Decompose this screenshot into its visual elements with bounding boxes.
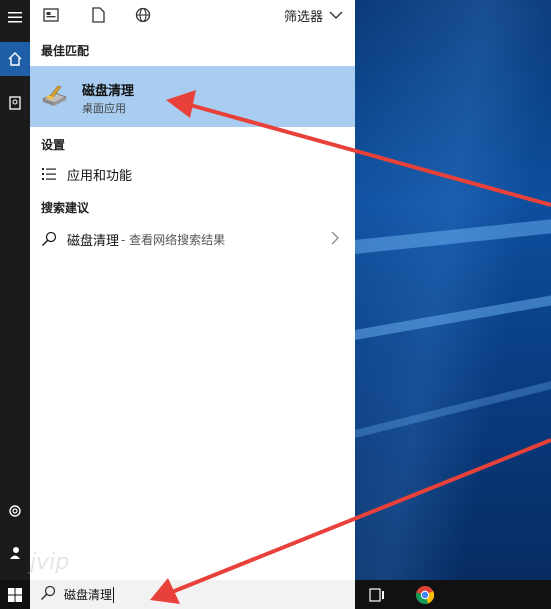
task-view-icon <box>369 587 384 602</box>
best-match-title: 磁盘清理 <box>82 84 135 99</box>
home-icon <box>8 52 22 66</box>
document-icon <box>9 96 21 110</box>
search-input-value[interactable]: 磁盘清理 <box>64 586 112 603</box>
search-icon <box>40 585 56 605</box>
search-icon <box>39 231 59 247</box>
task-view-button[interactable] <box>366 580 388 609</box>
chevron-right-icon <box>331 231 339 249</box>
desktop-background <box>355 0 551 580</box>
settings-item-label: 应用和功能 <box>67 168 133 184</box>
list-icon <box>39 167 59 181</box>
filter-dropdown[interactable]: 筛选器 <box>284 6 343 25</box>
hamburger-menu-button[interactable] <box>0 0 30 34</box>
hamburger-icon <box>8 12 22 23</box>
start-button[interactable] <box>0 580 30 609</box>
best-match-item[interactable]: 磁盘清理 桌面应用 <box>30 66 355 127</box>
section-search-suggestions-heading: 搜索建议 <box>41 201 90 215</box>
gear-icon <box>9 505 21 517</box>
text-caret <box>113 586 115 603</box>
suggestion-query: 磁盘清理 <box>67 233 120 249</box>
disk-cleanup-icon <box>41 85 68 106</box>
chrome-taskbar-button[interactable] <box>412 580 438 609</box>
taskbar-search-box[interactable]: 磁盘清理 <box>30 580 355 609</box>
suggestion-hint: - 查看网络搜索结果 <box>121 232 226 247</box>
documents-filter-button[interactable] <box>88 5 108 25</box>
home-button[interactable] <box>0 42 30 76</box>
user-feedback-icon <box>10 547 20 559</box>
apps-filter-button[interactable] <box>41 5 61 25</box>
web-filter-button[interactable] <box>133 5 153 25</box>
search-results-panel: 筛选器 最佳匹配 磁盘清理 桌面应用 设置 应用和功能 搜索建议 磁盘清理 - … <box>30 0 355 580</box>
chevron-down-icon <box>329 11 343 19</box>
section-best-match-heading: 最佳匹配 <box>41 44 90 58</box>
chrome-icon <box>416 585 435 604</box>
settings-item-apps-features[interactable]: 应用和功能 <box>30 159 355 189</box>
documents-button[interactable] <box>0 86 30 120</box>
section-settings-heading: 设置 <box>41 138 66 152</box>
results-toolbar: 筛选器 <box>30 0 355 30</box>
start-left-rail <box>0 0 30 580</box>
best-match-subtitle: 桌面应用 <box>82 102 126 115</box>
globe-icon <box>135 7 151 23</box>
filter-label: 筛选器 <box>283 10 323 25</box>
settings-button[interactable] <box>0 494 30 528</box>
user-button[interactable] <box>0 536 30 570</box>
windows-logo-icon <box>8 587 22 602</box>
web-suggestion-item[interactable]: 磁盘清理 - 查看网络搜索结果 <box>30 224 355 254</box>
app-window-icon <box>43 8 59 22</box>
file-icon <box>91 7 105 23</box>
watermark: jvip <box>30 550 70 575</box>
